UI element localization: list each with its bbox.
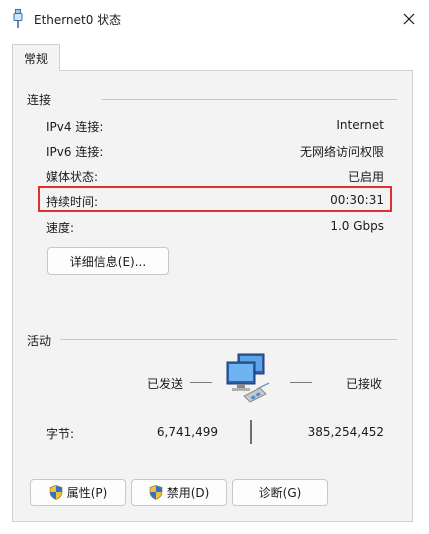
ipv6-label: IPv6 连接:	[46, 145, 104, 159]
tab-panel	[12, 70, 413, 522]
speed-value: 1.0 Gbps	[330, 219, 384, 233]
network-status-window: Ethernet0 状态 常规 连接 IPv4 连接: Internet IPv…	[0, 0, 429, 534]
properties-button-label: 属性(P)	[66, 486, 108, 500]
disable-button[interactable]: 禁用(D)	[131, 479, 227, 506]
close-button[interactable]	[392, 4, 426, 34]
activity-section-divider	[60, 339, 397, 340]
activity-section-label: 活动	[27, 334, 52, 348]
network-computers-icon	[224, 352, 274, 404]
title-bar[interactable]: Ethernet0 状态	[0, 0, 429, 38]
media-state-value: 已启用	[347, 170, 384, 184]
sent-label: 已发送	[147, 377, 184, 391]
window-title: Ethernet0 状态	[34, 13, 122, 27]
sent-dash	[190, 382, 212, 383]
media-state-label: 媒体状态:	[46, 170, 99, 184]
bytes-divider	[250, 420, 252, 444]
bytes-received-value: 385,254,452	[307, 425, 384, 439]
speed-label: 速度:	[46, 221, 75, 235]
bytes-label: 字节:	[46, 427, 75, 441]
duration-label: 持续时间:	[46, 195, 99, 209]
uac-shield-icon	[49, 485, 62, 500]
received-dash	[290, 382, 312, 383]
close-icon	[403, 13, 415, 25]
ipv6-value: 无网络访问权限	[299, 145, 384, 159]
uac-shield-icon	[149, 485, 162, 500]
received-label: 已接收	[346, 377, 383, 391]
ethernet-plug-icon	[12, 9, 24, 29]
disable-button-label: 禁用(D)	[166, 486, 210, 500]
details-button[interactable]: 详细信息(E)...	[47, 247, 169, 275]
bytes-sent-value: 6,741,499	[156, 425, 218, 439]
tab-general[interactable]: 常规	[12, 44, 60, 71]
ipv4-value: Internet	[336, 118, 384, 132]
properties-button[interactable]: 属性(P)	[30, 479, 126, 506]
connection-section-divider	[102, 99, 397, 100]
ipv4-label: IPv4 连接:	[46, 120, 104, 134]
duration-value: 00:30:31	[330, 193, 384, 207]
connection-section-label: 连接	[27, 93, 52, 107]
diagnose-button[interactable]: 诊断(G)	[232, 479, 328, 506]
